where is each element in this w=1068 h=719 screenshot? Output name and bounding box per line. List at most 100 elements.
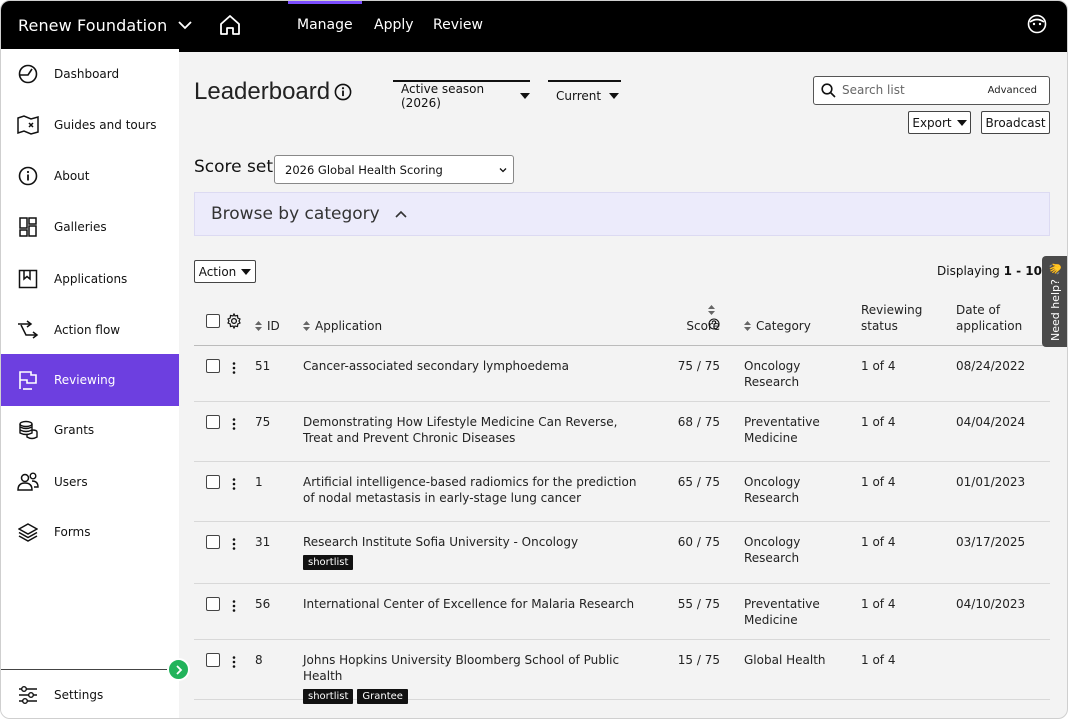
row-checkbox[interactable] <box>206 415 220 429</box>
advanced-search-link[interactable]: Advanced <box>988 85 1037 96</box>
row-reviewing-status: 1 of 4 <box>861 597 896 611</box>
user-profile-icon[interactable] <box>1027 14 1047 34</box>
sidebar-item-settings[interactable]: Settings <box>1 670 179 718</box>
row-id: 8 <box>255 653 263 667</box>
column-id[interactable]: ID <box>255 318 280 334</box>
sidebar-item-forms[interactable]: Forms <box>1 507 179 557</box>
table-row[interactable]: 56 International Center of Excellence for… <box>194 584 1050 640</box>
org-switcher[interactable]: Renew Foundation <box>18 1 193 49</box>
sidebar-item-label: Settings <box>54 687 104 702</box>
row-reviewing-status: 1 of 4 <box>861 475 896 489</box>
row-id: 75 <box>255 415 271 429</box>
application-title[interactable]: Johns Hopkins University Bloomberg Schoo… <box>303 653 619 683</box>
settings-sliders-icon <box>17 684 39 706</box>
score-set-label: Score set <box>194 157 273 177</box>
action-button[interactable]: Action <box>194 260 256 283</box>
row-application[interactable]: Johns Hopkins University Bloomberg Schoo… <box>303 652 643 704</box>
tag-badge: Grantee <box>357 689 408 704</box>
select-all-checkbox[interactable] <box>206 314 220 328</box>
sidebar-item-label: Grants <box>54 423 95 437</box>
info-icon[interactable] <box>334 83 352 101</box>
broadcast-button[interactable]: Broadcast <box>981 111 1050 134</box>
sidebar-item-galleries[interactable]: Galleries <box>1 202 179 252</box>
more-options-icon[interactable] <box>232 538 236 550</box>
export-button[interactable]: Export <box>908 111 971 134</box>
sidebar: Dashboard Guides and tours About Galleri… <box>1 49 190 718</box>
help-icon[interactable] <box>708 318 720 330</box>
application-title[interactable]: Demonstrating How Lifestyle Medicine Can… <box>303 415 617 445</box>
sidebar-item-users[interactable]: Users <box>1 457 179 507</box>
table-row[interactable]: 31 Research Institute Sofia University - … <box>194 522 1050 584</box>
sidebar-item-grants[interactable]: Grants <box>1 405 179 455</box>
info-icon <box>17 165 39 187</box>
row-checkbox[interactable] <box>206 359 220 373</box>
sidebar-item-applications[interactable]: Applications <box>1 254 179 304</box>
home-icon[interactable] <box>219 14 241 36</box>
sidebar-item-guides[interactable]: Guides and tours <box>1 100 179 150</box>
application-title[interactable]: Artificial intelligence-based radiomics … <box>303 475 636 505</box>
table-row[interactable]: 1 Artificial intelligence-based radiomics… <box>194 462 1050 522</box>
column-date-label-1: Date of <box>956 303 1001 317</box>
score-set-value: 2026 Global Health Scoring <box>285 162 443 177</box>
row-checkbox[interactable] <box>206 653 220 667</box>
action-label: Action <box>198 264 237 279</box>
tab-review[interactable]: Review <box>433 1 483 49</box>
sidebar-item-label: Dashboard <box>54 67 120 81</box>
status-dropdown[interactable]: Current <box>548 80 621 110</box>
tab-manage[interactable]: Manage <box>288 1 362 49</box>
chevron-down-icon <box>178 21 192 30</box>
season-dropdown[interactable]: Active season (2026) <box>393 80 530 110</box>
application-title[interactable]: Cancer-associated secondary lymphoedema <box>303 359 569 373</box>
row-checkbox[interactable] <box>206 475 220 489</box>
table-row[interactable]: 8 Johns Hopkins University Bloomberg Scho… <box>194 640 1050 704</box>
row-score: 68 / 75 <box>677 415 720 429</box>
row-date: 04/04/2024 <box>956 415 1026 429</box>
column-date[interactable]: Date of application <box>956 302 1022 334</box>
more-options-icon[interactable] <box>232 418 236 430</box>
application-title[interactable]: Research Institute Sofia University - On… <box>303 535 578 549</box>
row-score: 55 / 75 <box>677 597 720 611</box>
score-set-select[interactable]: 2026 Global Health Scoring <box>274 155 514 184</box>
row-application[interactable]: Artificial intelligence-based radiomics … <box>303 474 643 506</box>
sidebar-item-about[interactable]: About <box>1 151 179 201</box>
column-reviewing-status[interactable]: Reviewing status <box>861 302 922 334</box>
row-date: 01/01/2023 <box>956 475 1026 489</box>
more-options-icon[interactable] <box>232 362 236 374</box>
column-application[interactable]: Application <box>303 318 382 334</box>
column-id-label: ID <box>267 319 280 333</box>
tab-apply[interactable]: Apply <box>374 1 414 49</box>
sort-icon <box>708 305 715 315</box>
tag-badge: shortlist <box>303 555 354 570</box>
row-application[interactable]: Demonstrating How Lifestyle Medicine Can… <box>303 414 643 446</box>
sidebar-item-dashboard[interactable]: Dashboard <box>1 49 179 99</box>
tag-list: shortlist <box>303 550 643 570</box>
gear-icon[interactable] <box>226 313 242 329</box>
row-checkbox[interactable] <box>206 535 220 549</box>
row-reviewing-status: 1 of 4 <box>861 653 896 667</box>
row-date: 04/10/2023 <box>956 597 1026 611</box>
sidebar-item-reviewing[interactable]: Reviewing <box>1 354 179 406</box>
row-checkbox[interactable] <box>206 597 220 611</box>
row-application[interactable]: Research Institute Sofia University - On… <box>303 534 643 570</box>
row-category: Oncology Research <box>744 359 801 389</box>
browse-by-category-panel[interactable]: Browse by category <box>194 192 1050 236</box>
sidebar-item-action-flow[interactable]: Action flow <box>1 305 179 355</box>
sidebar-item-label: Forms <box>54 525 91 539</box>
table-row[interactable]: 75 Demonstrating How Lifestyle Medicine C… <box>194 402 1050 462</box>
row-application[interactable]: Cancer-associated secondary lymphoedema <box>303 358 643 374</box>
column-category[interactable]: Category <box>744 318 811 334</box>
row-reviewing-status: 1 of 4 <box>861 535 896 549</box>
tag-list: shortlist Grantee <box>303 684 643 704</box>
more-options-icon[interactable] <box>232 478 236 490</box>
galleries-icon <box>17 216 39 238</box>
application-title[interactable]: International Center of Excellence for M… <box>303 597 634 611</box>
table-row[interactable]: 51 Cancer-associated secondary lymphoedem… <box>194 346 1050 402</box>
row-score: 15 / 75 <box>677 653 720 667</box>
search-input[interactable] <box>842 83 982 97</box>
row-category: Preventative Medicine <box>744 597 820 627</box>
more-options-icon[interactable] <box>232 656 236 668</box>
more-options-icon[interactable] <box>232 600 236 612</box>
row-application[interactable]: International Center of Excellence for M… <box>303 596 643 612</box>
need-help-tab[interactable]: Need help? 👋 <box>1042 256 1067 347</box>
row-score: 75 / 75 <box>677 359 720 373</box>
